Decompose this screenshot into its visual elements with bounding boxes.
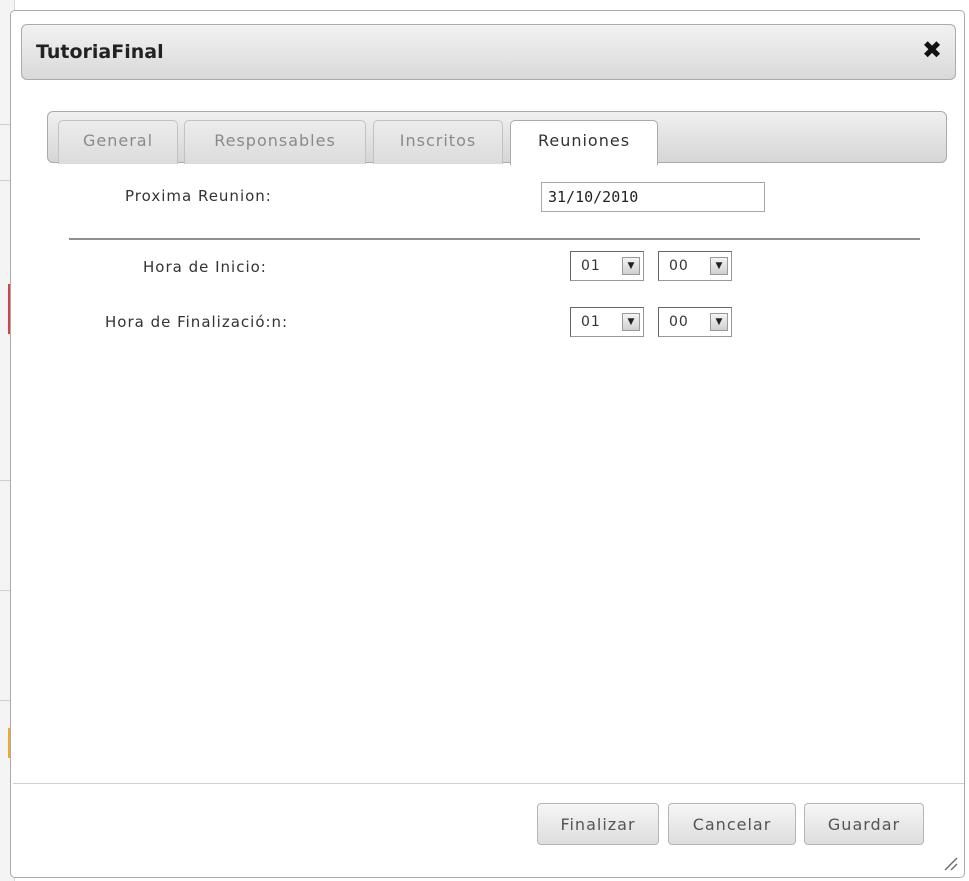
end-hour-value: 01	[581, 314, 601, 330]
end-time-label: Hora de Finalizació:n:	[105, 313, 289, 331]
start-minute-select[interactable]: 00 ▼	[658, 251, 732, 281]
footer-divider	[13, 783, 964, 784]
start-time-label: Hora de Inicio:	[143, 258, 267, 276]
finalize-button[interactable]: Finalizar	[537, 803, 659, 845]
end-minute-select[interactable]: 00 ▼	[658, 307, 732, 337]
start-hour-value: 01	[581, 258, 601, 274]
close-icon[interactable]: ✖	[919, 37, 945, 63]
start-hour-select[interactable]: 01 ▼	[570, 251, 644, 281]
dialog-title: TutoriaFinal	[36, 41, 164, 63]
start-minute-value: 00	[669, 258, 689, 274]
end-hour-select[interactable]: 01 ▼	[570, 307, 644, 337]
tab-inscritos[interactable]: Inscritos	[373, 120, 503, 164]
tab-general[interactable]: General	[58, 120, 178, 164]
chevron-down-icon[interactable]: ▼	[622, 313, 640, 331]
save-button[interactable]: Guardar	[804, 803, 924, 845]
cancel-button[interactable]: Cancelar	[668, 803, 796, 845]
tutoria-dialog: TutoriaFinal ✖ General Responsables Insc…	[10, 10, 965, 878]
tab-reuniones[interactable]: Reuniones	[510, 120, 658, 165]
tab-bar: General Responsables Inscritos Reuniones	[47, 111, 947, 165]
chevron-down-icon[interactable]: ▼	[710, 313, 728, 331]
chevron-down-icon[interactable]: ▼	[710, 257, 728, 275]
section-divider	[69, 238, 920, 240]
tab-responsables[interactable]: Responsables	[184, 120, 366, 164]
chevron-down-icon[interactable]: ▼	[622, 257, 640, 275]
resize-grip-icon[interactable]	[942, 855, 958, 871]
next-meeting-label: Proxima Reunion:	[125, 187, 272, 205]
end-minute-value: 00	[669, 314, 689, 330]
next-meeting-date-input[interactable]	[541, 182, 765, 212]
dialog-titlebar[interactable]: TutoriaFinal ✖	[21, 24, 956, 80]
